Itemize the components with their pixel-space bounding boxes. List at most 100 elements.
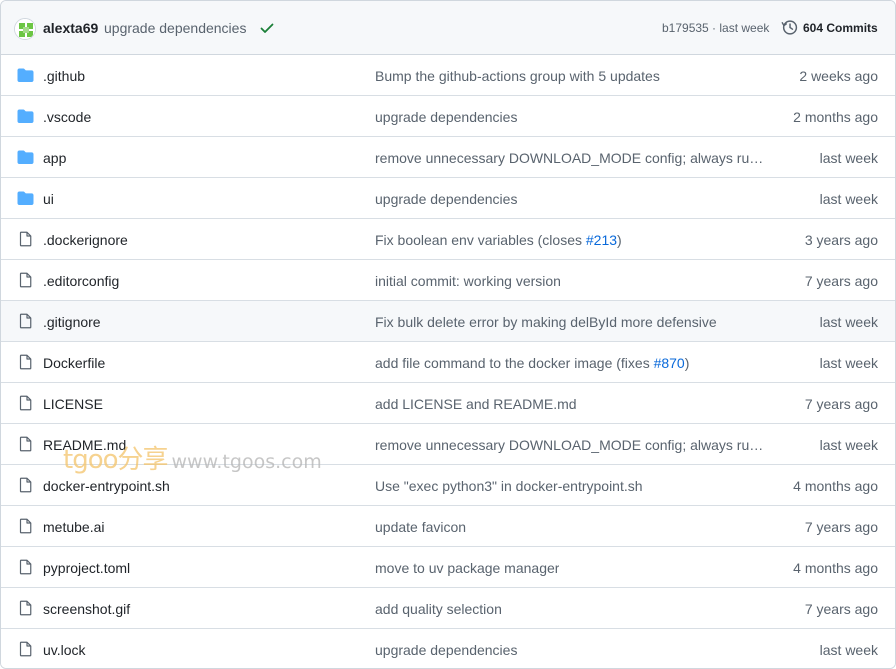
commit-date[interactable]: last week [820, 191, 878, 207]
commit-message-tail[interactable]: ) [685, 355, 690, 371]
file-row[interactable]: uv.lock upgrade dependencies last week [1, 629, 895, 668]
file-row[interactable]: .gitignore Fix bulk delete error by makin… [1, 301, 895, 342]
commit-date[interactable]: 4 months ago [793, 560, 878, 576]
commit-date[interactable]: 7 years ago [805, 396, 878, 412]
commit-message-link[interactable]: upgrade dependencies [104, 20, 246, 36]
file-name-link[interactable]: docker-entrypoint.sh [43, 478, 170, 494]
commit-message-link[interactable]: update favicon [375, 519, 466, 535]
commit-message-text[interactable]: upgrade dependencies [375, 109, 517, 125]
commit-message-link[interactable]: upgrade dependencies [375, 191, 517, 207]
file-name-link[interactable]: pyproject.toml [43, 560, 130, 576]
file-row[interactable]: .vscode upgrade dependencies 2 months ago [1, 96, 895, 137]
author-avatar[interactable] [14, 18, 36, 40]
folder-icon [17, 191, 34, 205]
commit-sha-time[interactable]: b179535 · last week [662, 21, 769, 35]
folder-name-link[interactable]: .github [43, 68, 85, 84]
file-row[interactable]: LICENSE add LICENSE and README.md 7 years … [1, 383, 895, 424]
file-row[interactable]: .editorconfig initial commit: working ver… [1, 260, 895, 301]
commit-message-text[interactable]: Fix bulk delete error by making delById … [375, 314, 717, 330]
issue-reference-link[interactable]: #213 [586, 232, 617, 248]
commit-message-link[interactable]: add file command to the docker image (fi… [375, 355, 689, 371]
file-row[interactable]: pyproject.toml move to uv package manager… [1, 547, 895, 588]
commit-message-text[interactable]: update favicon [375, 519, 466, 535]
file-row[interactable]: Dockerfile add file command to the docker… [1, 342, 895, 383]
commit-message-text[interactable]: remove unnecessary DOWNLOAD_MODE config;… [375, 437, 765, 453]
file-row[interactable]: .dockerignore Fix boolean env variables (… [1, 219, 895, 260]
commit-date[interactable]: 7 years ago [805, 601, 878, 617]
commit-message-link[interactable]: upgrade dependencies [375, 642, 517, 658]
file-row[interactable]: README.md remove unnecessary DOWNLOAD_MOD… [1, 424, 895, 465]
commit-date[interactable]: last week [820, 355, 878, 371]
file-name-link[interactable]: screenshot.gif [43, 601, 130, 617]
commit-date[interactable]: last week [820, 642, 878, 658]
commit-message-link[interactable]: move to uv package manager [375, 560, 559, 576]
file-name-link[interactable]: metube.ai [43, 519, 104, 535]
file-icon [19, 354, 32, 370]
file-icon [19, 477, 32, 493]
file-row[interactable]: app remove unnecessary DOWNLOAD_MODE conf… [1, 137, 895, 178]
commit-message-text[interactable]: upgrade dependencies [375, 642, 517, 658]
commit-date[interactable]: 7 years ago [805, 273, 878, 289]
commit-message-link[interactable]: Fix boolean env variables (closes #213) [375, 232, 622, 248]
folder-name-link[interactable]: app [43, 150, 66, 166]
commit-date[interactable]: 4 months ago [793, 478, 878, 494]
commit-message-text[interactable]: add file command to the docker image (fi… [375, 355, 654, 371]
commit-message-tail[interactable]: ) [617, 232, 622, 248]
file-name-link[interactable]: .editorconfig [43, 273, 119, 289]
commit-message-link[interactable]: Use "exec python3" in docker-entrypoint.… [375, 478, 643, 494]
commit-message-text[interactable]: move to uv package manager [375, 560, 559, 576]
file-icon [19, 559, 32, 575]
file-name-link[interactable]: Dockerfile [43, 355, 105, 371]
commit-message-link[interactable]: upgrade dependencies [375, 109, 517, 125]
file-list: .github Bump the github-actions group wit… [1, 55, 895, 668]
commit-message-text[interactable]: add LICENSE and README.md [375, 396, 577, 412]
commit-message-text[interactable]: initial commit: working version [375, 273, 561, 289]
issue-reference-link[interactable]: #870 [654, 355, 685, 371]
file-name-link[interactable]: .gitignore [43, 314, 101, 330]
file-icon [19, 641, 32, 657]
commit-message-text[interactable]: remove unnecessary DOWNLOAD_MODE config;… [375, 150, 765, 166]
check-icon[interactable] [259, 20, 275, 36]
commit-message-link[interactable]: remove unnecessary DOWNLOAD_MODE config;… [375, 437, 765, 453]
folder-icon [17, 109, 34, 123]
commit-message-link[interactable]: Bump the github-actions group with 5 upd… [375, 68, 660, 84]
commit-date[interactable]: 7 years ago [805, 519, 878, 535]
file-icon [19, 231, 32, 247]
file-name-link[interactable]: README.md [43, 437, 126, 453]
folder-icon [17, 68, 34, 82]
commits-count-link[interactable]: 604 Commits [803, 21, 878, 35]
commit-message-link[interactable]: Fix bulk delete error by making delById … [375, 314, 717, 330]
commit-message-text[interactable]: Fix boolean env variables (closes [375, 232, 586, 248]
file-row[interactable]: docker-entrypoint.sh Use "exec python3" i… [1, 465, 895, 506]
folder-name-link[interactable]: ui [43, 191, 54, 207]
file-icon [19, 518, 32, 534]
file-name-link[interactable]: uv.lock [43, 642, 86, 658]
folder-name-link[interactable]: .vscode [43, 109, 91, 125]
commit-message-text[interactable]: add quality selection [375, 601, 502, 617]
commit-message-text[interactable]: upgrade dependencies [375, 191, 517, 207]
commit-date[interactable]: last week [820, 314, 878, 330]
file-row[interactable]: ui upgrade dependencies last week [1, 178, 895, 219]
file-name-link[interactable]: LICENSE [43, 396, 103, 412]
file-browser-panel: alexta69 upgrade dependencies b179535 · … [0, 0, 896, 669]
commit-author-link[interactable]: alexta69 [43, 20, 98, 36]
commit-message-text[interactable]: Bump the github-actions group with 5 upd… [375, 68, 660, 84]
commit-date[interactable]: last week [820, 150, 878, 166]
history-icon[interactable] [781, 19, 798, 36]
file-row[interactable]: metube.ai update favicon 7 years ago [1, 506, 895, 547]
file-icon [19, 600, 32, 616]
latest-commit-bar: alexta69 upgrade dependencies b179535 · … [1, 1, 895, 55]
commit-date[interactable]: 2 months ago [793, 109, 878, 125]
file-icon [19, 313, 32, 329]
commit-message-link[interactable]: add quality selection [375, 601, 502, 617]
file-row[interactable]: screenshot.gif add quality selection 7 yea… [1, 588, 895, 629]
commit-date[interactable]: 3 years ago [805, 232, 878, 248]
commit-message-text[interactable]: Use "exec python3" in docker-entrypoint.… [375, 478, 643, 494]
file-name-link[interactable]: .dockerignore [43, 232, 128, 248]
commit-date[interactable]: last week [820, 437, 878, 453]
file-row[interactable]: .github Bump the github-actions group wit… [1, 55, 895, 96]
commit-date[interactable]: 2 weeks ago [799, 68, 878, 84]
commit-message-link[interactable]: initial commit: working version [375, 273, 561, 289]
commit-message-link[interactable]: remove unnecessary DOWNLOAD_MODE config;… [375, 150, 765, 166]
commit-message-link[interactable]: add LICENSE and README.md [375, 396, 577, 412]
